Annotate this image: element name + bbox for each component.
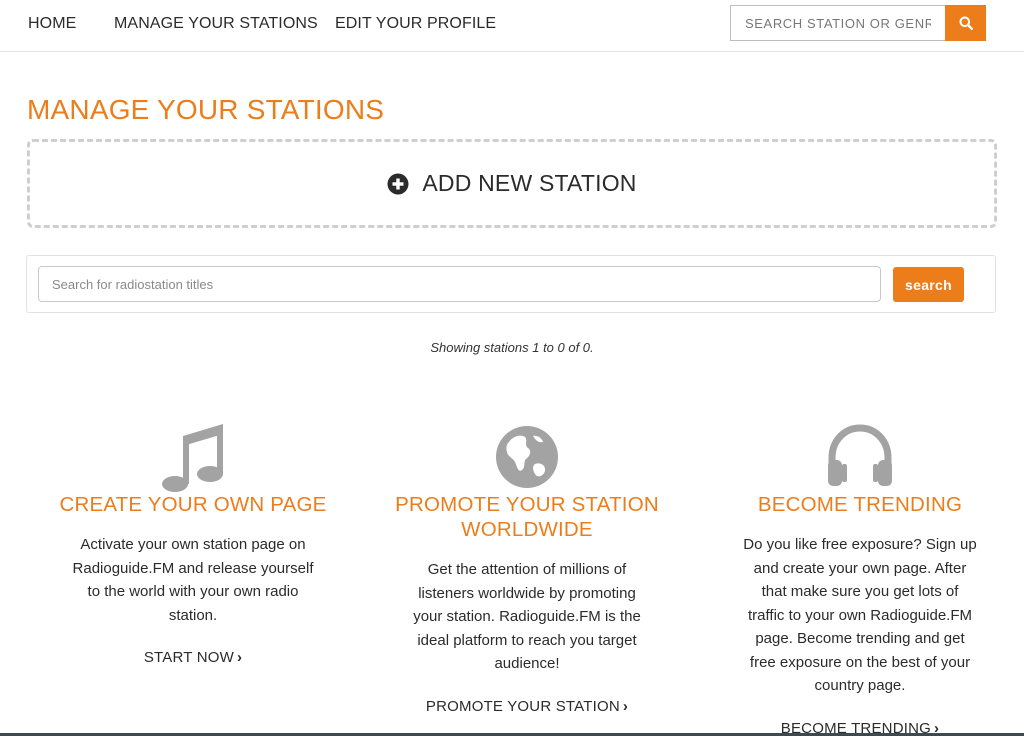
cta-label: START NOW <box>143 649 234 666</box>
station-search-button[interactable]: search <box>893 267 964 302</box>
results-count-text: Showing stations 1 to 0 of 0. <box>430 340 594 355</box>
feature-text-line: traffic to your own Radioguide.FM <box>748 606 972 624</box>
feature-become-trending: BECOME TRENDING Do you like free exposur… <box>710 420 1010 736</box>
feature-title-line: CREATE YOUR OWN PAGE <box>59 493 327 516</box>
feature-text-line: to the world with your own radio <box>87 583 299 600</box>
header-search-button[interactable] <box>945 5 986 41</box>
nav-manage-stations-link[interactable]: MANAGE YOUR STATIONS <box>114 15 318 33</box>
feature-title-line: BECOME TRENDING <box>757 493 963 516</box>
cta-label: PROMOTE YOUR STATION <box>425 697 620 715</box>
top-navigation-bar: HOME MANAGE YOUR STATIONS EDIT YOUR PROF… <box>0 0 1024 52</box>
feature-text-line: page. Become trending and get <box>755 630 965 647</box>
music-note-icon <box>162 424 223 492</box>
feature-create-page: CREATE YOUR OWN PAGE Activate your own s… <box>44 420 342 667</box>
feature-text-line: that make sure you get lots of <box>761 583 959 600</box>
feature-text-line: ideal platform to reach you target <box>417 631 637 649</box>
feature-text-line: station. <box>168 606 218 624</box>
header-search <box>730 5 986 41</box>
feature-text-line: Do you like free exposure? Sign up <box>743 536 977 553</box>
feature-title: PROMOTE YOUR STATION WORLDWIDE <box>377 492 677 542</box>
feature-text-line: Get the attention of millions of <box>427 561 627 578</box>
feature-title-line: WORLDWIDE <box>461 518 593 541</box>
promote-your-station-link[interactable]: PROMOTE YOUR STATION › <box>426 698 628 715</box>
page-title: MANAGE YOUR STATIONS <box>27 94 385 125</box>
headphones-icon <box>828 424 892 486</box>
globe-icon <box>496 426 558 488</box>
start-now-link[interactable]: START NOW › <box>144 649 242 666</box>
feature-promote-station: PROMOTE YOUR STATION WORLDWIDE Get the a… <box>377 420 677 716</box>
feature-title: BECOME TRENDING <box>710 492 1010 517</box>
feature-title: CREATE YOUR OWN PAGE <box>44 492 342 517</box>
feature-text-line: and create your own page. After <box>753 559 967 577</box>
feature-text-line: free exposure on the best of your <box>749 653 971 671</box>
feature-text-line: audience! <box>494 655 560 672</box>
add-new-station-button[interactable]: ADD NEW STATION <box>27 139 997 228</box>
feature-description: Activate your own station page on Radiog… <box>44 533 342 627</box>
feature-text-line: Activate your own station page on <box>80 536 306 553</box>
feature-description: Get the attention of millions of listene… <box>377 558 677 676</box>
search-icon <box>959 16 973 30</box>
feature-title-line: PROMOTE YOUR STATION <box>395 493 659 516</box>
nav-edit-profile-link[interactable]: EDIT YOUR PROFILE <box>335 15 496 33</box>
header-search-input[interactable] <box>730 5 945 41</box>
feature-text-line: country page. <box>814 677 906 694</box>
feature-description: Do you like free exposure? Sign up and c… <box>710 533 1010 698</box>
feature-text-line: your station. Radioguide.FM is the <box>413 608 641 625</box>
plus-circle-icon <box>387 173 409 194</box>
chevron-right-icon: › <box>236 649 243 666</box>
station-search-input[interactable] <box>38 266 881 302</box>
feature-text-line: Radioguide.FM and release yourself <box>72 559 314 577</box>
chevron-right-icon: › <box>622 697 629 715</box>
add-new-station-label: ADD NEW STATION <box>422 170 637 196</box>
feature-text-line: listeners worldwide by promoting <box>418 584 636 602</box>
nav-home-link[interactable]: HOME <box>28 15 76 33</box>
station-search-panel: search <box>26 255 996 313</box>
